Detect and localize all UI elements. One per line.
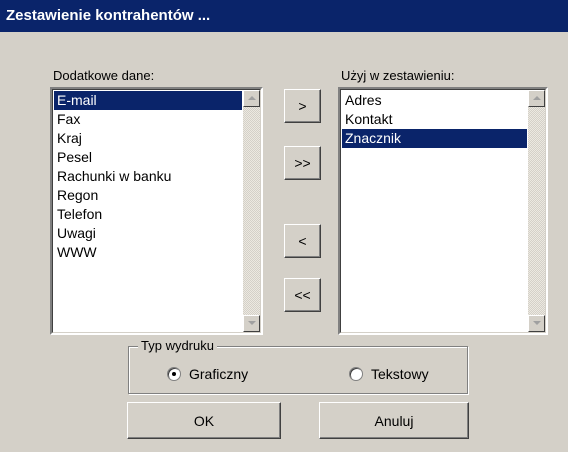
- available-item-www[interactable]: WWW: [54, 243, 242, 262]
- used-list-label: Użyj w zestawieniu:: [341, 68, 455, 83]
- scroll-up-button[interactable]: [528, 90, 545, 107]
- radio-graficzny-label: Graficzny: [189, 366, 249, 382]
- available-scrollbar[interactable]: [243, 90, 260, 332]
- used-item-adres[interactable]: Adres: [342, 91, 527, 110]
- available-items: E-mail Fax Kraj Pesel Rachunki w banku R…: [54, 91, 242, 262]
- used-item-znacznik[interactable]: Znacznik: [342, 129, 527, 148]
- available-item-kraj[interactable]: Kraj: [54, 129, 242, 148]
- scroll-up-arrow-icon: [248, 96, 256, 100]
- scroll-down-arrow-icon: [248, 321, 256, 325]
- remove-one-button[interactable]: <: [284, 224, 321, 258]
- available-item-fax[interactable]: Fax: [54, 110, 242, 129]
- title-bar: Zestawienie kontrahentów ...: [0, 0, 568, 32]
- radio-tekstowy-label: Tekstowy: [371, 366, 429, 382]
- available-listbox[interactable]: E-mail Fax Kraj Pesel Rachunki w banku R…: [50, 87, 263, 335]
- print-type-legend: Typ wydruku: [138, 338, 217, 353]
- available-item-pesel[interactable]: Pesel: [54, 148, 242, 167]
- window-title: Zestawienie kontrahentów ...: [6, 7, 211, 24]
- available-item-telefon[interactable]: Telefon: [54, 205, 242, 224]
- used-scrollbar[interactable]: [528, 90, 545, 332]
- radio-graficzny[interactable]: Graficzny: [167, 366, 248, 382]
- radio-tekstowy[interactable]: Tekstowy: [349, 366, 429, 382]
- available-item-rachunki[interactable]: Rachunki w banku: [54, 167, 242, 186]
- dialog-body: Dodatkowe dane: E-mail Fax Kraj Pesel Ra…: [0, 32, 568, 452]
- add-all-button[interactable]: >>: [284, 146, 321, 180]
- cancel-button[interactable]: Anuluj: [319, 402, 469, 439]
- scroll-down-button[interactable]: [243, 315, 260, 332]
- radio-graficzny-circle[interactable]: [167, 367, 181, 381]
- available-item-email[interactable]: E-mail: [54, 91, 242, 110]
- scroll-up-button[interactable]: [243, 90, 260, 107]
- used-item-kontakt[interactable]: Kontakt: [342, 110, 527, 129]
- add-one-button[interactable]: >: [284, 89, 321, 123]
- ok-button[interactable]: OK: [127, 402, 281, 439]
- scroll-up-arrow-icon: [533, 96, 541, 100]
- remove-all-button[interactable]: <<: [284, 278, 321, 312]
- used-listbox[interactable]: Adres Kontakt Znacznik: [338, 87, 548, 335]
- used-items: Adres Kontakt Znacznik: [342, 91, 527, 148]
- scroll-down-button[interactable]: [528, 315, 545, 332]
- print-type-group: Typ wydruku Graficzny Tekstowy: [128, 338, 468, 394]
- available-item-uwagi[interactable]: Uwagi: [54, 224, 242, 243]
- available-item-regon[interactable]: Regon: [54, 186, 242, 205]
- scroll-down-arrow-icon: [533, 321, 541, 325]
- radio-tekstowy-circle[interactable]: [349, 367, 363, 381]
- available-list-label: Dodatkowe dane:: [53, 68, 155, 83]
